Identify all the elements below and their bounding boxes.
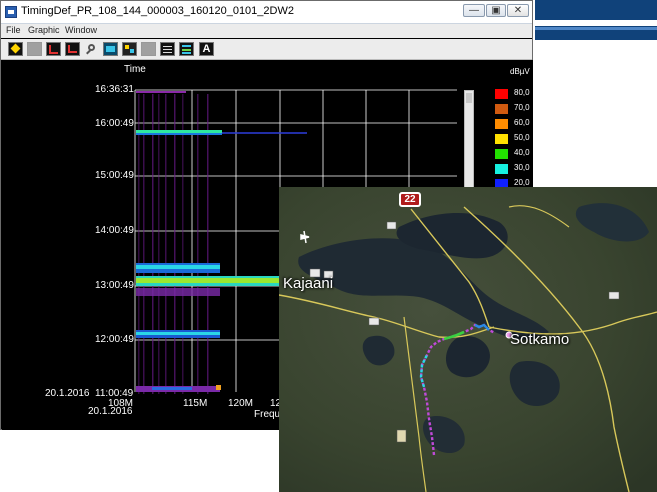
legend-value: 20,0 [514,178,530,187]
signal-band [136,278,281,283]
app-icon [5,6,17,18]
signal-streak [143,94,145,394]
scrollbar-thumb[interactable] [466,93,472,103]
signal-streak [182,94,184,394]
place-marker-icon [608,291,620,300]
chart-red-icon[interactable] [65,42,80,56]
y-tick: 14:00:49 [95,225,134,236]
place-marker-icon [368,317,380,326]
map-label-kajaani: Kajaani [283,275,334,292]
window-title: TimingDef_PR_108_144_000003_160120_0101_… [21,5,294,17]
maximize-button[interactable]: ▣ [486,4,506,17]
menu-bar: File Graphic Window [1,24,532,38]
bars-icon[interactable] [179,42,194,56]
minimize-button[interactable]: — [463,4,485,17]
close-button[interactable]: ✕ [507,4,529,17]
signal-band [222,132,307,134]
list-icon[interactable] [160,42,175,56]
diamond-icon[interactable] [8,42,23,56]
legend-value: 80,0 [514,88,530,97]
signal-band [136,288,220,296]
legend-swatch [495,104,508,114]
zoom-icon[interactable] [84,42,99,56]
legend-value: 30,0 [514,163,530,172]
legend-swatch [495,89,508,99]
y-tick: 16:36:31 [95,84,134,95]
signal-band [152,387,192,390]
signal-streak [197,94,199,394]
signal-band [136,265,220,269]
chart-icon[interactable] [46,42,61,56]
signal-streak [174,94,176,394]
x-tick: 115M [183,398,208,409]
signal-streak [152,94,154,394]
y-tick: 13:00:49 [95,280,134,291]
gray-square-icon[interactable] [27,42,42,56]
x-axis-label: Frequ [254,409,281,420]
satellite-map[interactable]: 22 Kajaani Sotkamo [279,187,657,492]
legend-swatch [495,164,508,174]
x-tick: 108M [108,398,134,409]
menu-file[interactable]: File [6,25,21,35]
map-label-sotkamo: Sotkamo [510,331,570,348]
legend-value: 70,0 [514,103,530,112]
slide-header-stripe [535,20,657,26]
map-canvas [279,187,657,492]
legend-swatch [495,134,508,144]
title-bar[interactable]: TimingDef_PR_108_144_000003_160120_0101_… [1,1,532,24]
slide-header-accent [535,27,657,30]
toolbar: A [1,39,532,60]
signal-band [136,91,186,93]
y-tick: 12:00:49 [95,334,134,345]
legend-value: 40,0 [514,148,530,157]
signal-streak [165,94,167,394]
text-a-icon[interactable]: A [199,42,214,56]
road-number-badge: 22 [399,192,421,207]
place-marker-icon [386,221,397,230]
legend-scrollbar[interactable] [464,90,474,190]
cyan-grid-icon[interactable] [103,42,118,56]
waterfall-icon[interactable] [122,42,137,56]
signal-band [136,133,222,135]
gray-square-icon[interactable] [141,42,156,56]
signal-streak [207,94,209,394]
signal-band [216,385,221,390]
signal-band [136,332,220,335]
place-marker-icon [396,429,407,443]
y-tick: 16:00:49 [95,118,134,129]
signal-streak [138,94,140,394]
menu-graphic[interactable]: Graphic [28,25,60,35]
legend-value: 60,0 [514,118,530,127]
signal-streak [158,94,160,394]
menu-window[interactable]: Window [65,25,97,35]
legend-unit: dBµV [510,67,530,76]
legend-swatch [495,119,508,129]
legend-swatch [495,149,508,159]
legend-value: 50,0 [514,133,530,142]
y-tick: 15:00:49 [95,170,134,181]
time-header: Time [124,64,146,75]
x-tick: 120M [228,398,254,409]
